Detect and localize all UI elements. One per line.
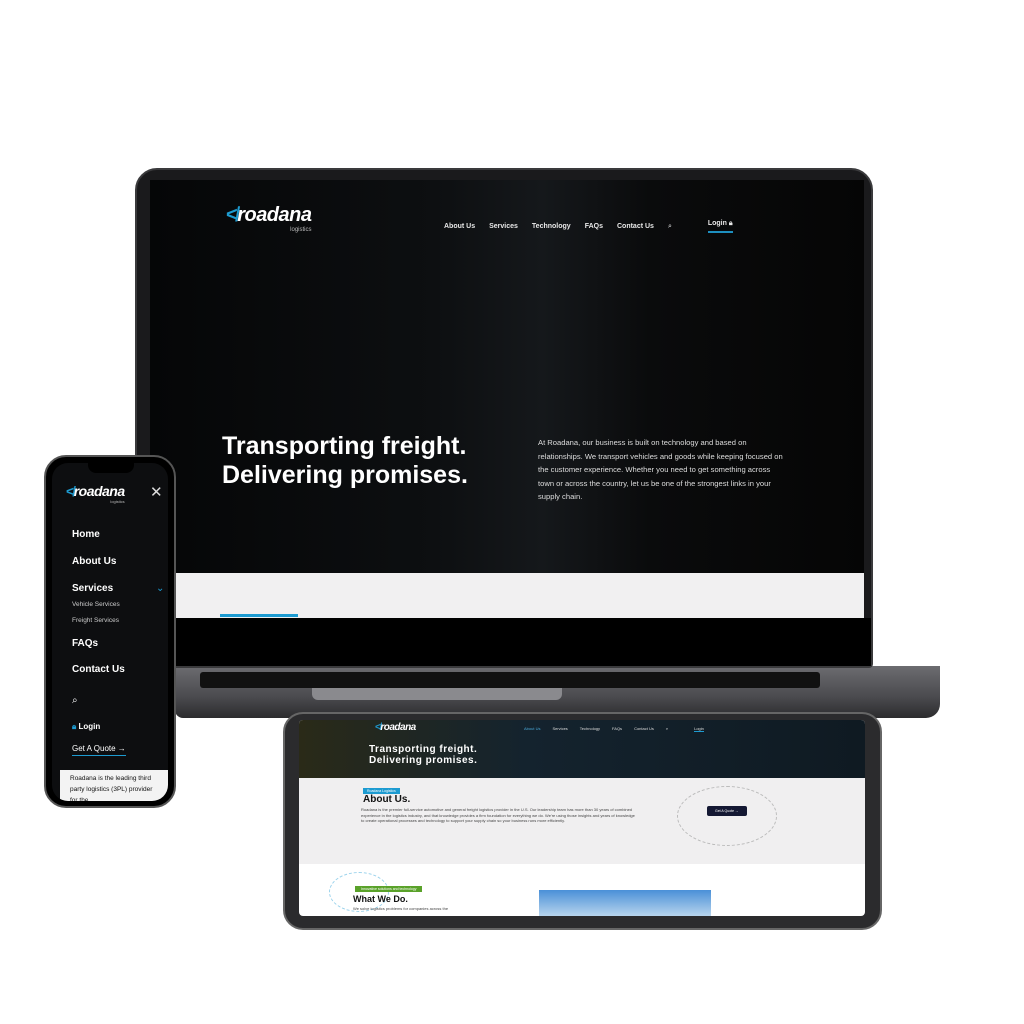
lock-icon: 🔒︎ [728,220,733,227]
about-text: Roadana is the premier full-service auto… [361,807,635,823]
menu-about[interactable]: About Us [72,556,116,567]
lock-icon: 🔒︎ [72,722,77,731]
logo-mark-icon: ≮ [226,204,238,226]
get-quote-link[interactable]: Get A Quote → [72,744,126,756]
nav-about[interactable]: About Us [524,726,540,732]
hero-description: At Roadana, our business is built on tec… [538,438,783,502]
nav-services[interactable]: Services [489,223,518,230]
login-button[interactable]: 🔒︎ Login [72,722,100,732]
nav-faqs[interactable]: FAQs [612,726,622,732]
chevron-down-icon[interactable]: ⌄ [156,583,164,594]
logo[interactable]: ≮roadana logistics [66,483,125,504]
what-text: We solve logistics problems for companie… [353,906,449,911]
nav-about[interactable]: About Us [444,223,475,230]
laptop-trackpad [312,688,562,700]
vehicle-image [539,890,711,916]
laptop-bezel [137,618,871,666]
tablet-screen: ≮roadana About Us Services Technology FA… [299,720,865,916]
phone-notch [88,463,134,473]
main-nav: About Us Services Technology FAQs Contac… [430,220,733,233]
what-tag: Innovative solutions and technology [355,886,423,892]
tablet-hero: ≮roadana About Us Services Technology FA… [299,720,865,778]
logo-text: roadana [237,204,312,226]
logo-text: roadana [73,483,125,499]
hero-title-line: Transporting freight. [222,432,467,460]
login-label: Login [78,722,101,731]
what-title: What We Do. [353,894,408,904]
logo[interactable]: ≮roadana logistics [226,204,312,233]
logo[interactable]: ≮roadana [375,722,416,733]
search-icon[interactable]: ⌕ [72,695,78,706]
search-icon[interactable]: ⌕ [668,223,672,231]
search-icon[interactable]: ⌕ [666,726,668,732]
about-title: About Us. [363,794,411,805]
submenu-freight[interactable]: Freight Services [72,617,119,624]
hero-title-line: Delivering promises. [222,461,468,489]
tablet-device: ≮roadana About Us Services Technology FA… [283,712,882,930]
nav-technology[interactable]: Technology [532,223,571,230]
menu-faqs[interactable]: FAQs [72,638,98,649]
hero-title-line: Delivering promises. [369,755,478,766]
hero-title-line: Transporting freight. [369,744,478,755]
logo-mark-icon: ≮ [66,483,74,499]
menu-home[interactable]: Home [72,529,100,540]
nav-contact[interactable]: Contact Us [617,223,654,230]
intro-text: Roadana is the leading third party logis… [60,770,168,801]
submenu-vehicle[interactable]: Vehicle Services [72,601,120,608]
login-label: Login [707,220,727,227]
logo-text: roadana [380,722,416,733]
nav-technology[interactable]: Technology [580,726,600,732]
tablet-hero-title: Transporting freight. Delivering promise… [369,744,477,766]
hero-title: Transporting freight. Delivering promise… [222,432,468,490]
circle-decoration [677,786,777,846]
quote-label: Get A Quote [715,809,735,813]
close-icon[interactable]: ✕ [150,483,163,501]
menu-contact[interactable]: Contact Us [72,664,125,675]
about-section: Roadana Logistics About Us. Roadana is t… [299,778,865,864]
get-quote-button[interactable]: Get A Quote → [707,806,747,816]
nav-faqs[interactable]: FAQs [585,223,603,230]
accent-bar [220,614,298,617]
laptop-keyboard [200,672,820,688]
nav-services[interactable]: Services [552,726,567,732]
login-button[interactable]: Login 🔒︎ [707,220,733,233]
tablet-nav: About Us Services Technology FAQs Contac… [524,726,704,732]
login-button[interactable]: Login [694,726,704,732]
logo-tagline: logistics [290,227,312,233]
content-section [175,573,864,618]
phone-device: ≮roadana logistics ✕ Home About Us Servic… [44,455,176,808]
menu-services[interactable]: Services [72,583,113,594]
phone-screen: ≮roadana logistics ✕ Home About Us Servic… [52,463,168,801]
nav-contact[interactable]: Contact Us [634,726,654,732]
logo-tagline: logistics [110,499,125,504]
laptop-screen: ≮roadana logistics About Us Services Tec… [150,180,864,618]
